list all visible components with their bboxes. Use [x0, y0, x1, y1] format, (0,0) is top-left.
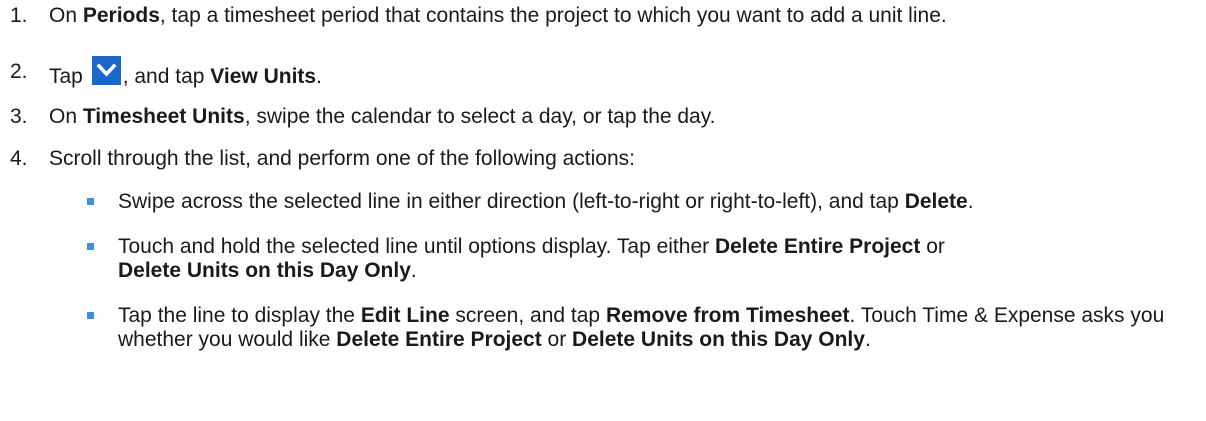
bullet-square-icon [87, 243, 94, 250]
chevron-down-icon [91, 56, 121, 85]
ui-term-delete: Delete [904, 190, 968, 213]
step-text: On Timesheet Units, swipe the calendar t… [49, 105, 716, 128]
step-number: 4. [10, 147, 28, 170]
bullet-text: Touch and hold the selected line until o… [118, 235, 945, 282]
bullet-square-icon [87, 198, 94, 205]
step-text: Scroll through the list, and perform one… [49, 147, 635, 170]
ui-term-edit-line: Edit Line [360, 304, 450, 327]
ui-term-periods: Periods [82, 4, 160, 27]
ui-term-delete-units-day: Delete Units on this Day Only [572, 328, 865, 351]
bullet-square-icon [87, 312, 94, 319]
ui-term-delete-units-day: Delete Units on this Day Only [118, 259, 411, 282]
ui-term-timesheet-units: Timesheet Units [82, 105, 245, 128]
step-text: On Periods, tap a timesheet period that … [49, 4, 947, 27]
ui-term-view-units: View Units [210, 65, 317, 88]
step-number: 3. [10, 105, 28, 128]
bullet-text: Swipe across the selected line in either… [118, 190, 974, 213]
step-text: Tap , and tap View Units. [49, 56, 1200, 89]
ui-term-delete-entire-project: Delete Entire Project [714, 235, 921, 258]
ui-term-remove-from-timesheet: Remove from Timesheet [605, 304, 850, 327]
ui-term-delete-entire-project: Delete Entire Project [336, 328, 542, 351]
step-number: 2. [10, 60, 28, 83]
bullet-text: Tap the line to display the Edit Line sc… [118, 304, 1165, 351]
step-number: 1. [10, 4, 28, 27]
